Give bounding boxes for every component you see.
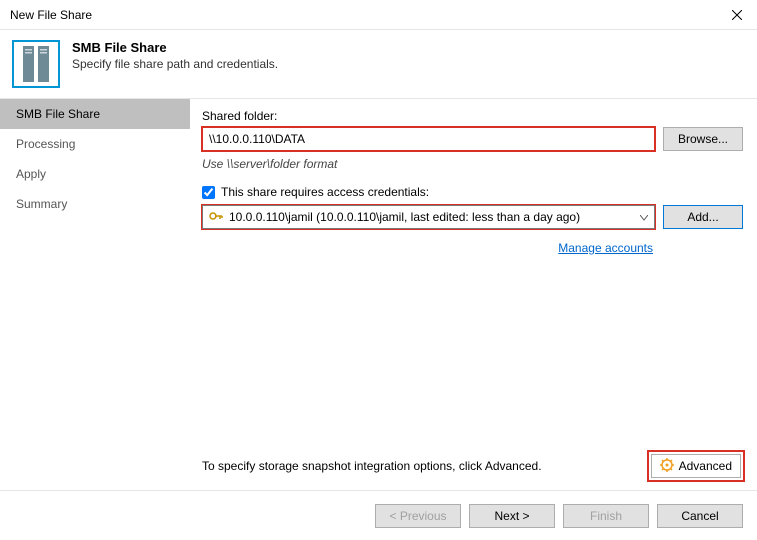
header-icon-frame: [12, 40, 60, 88]
shared-folder-input[interactable]: [202, 127, 655, 151]
credentials-checkbox-row: This share requires access credentials:: [202, 185, 743, 199]
header-subtitle: Specify file share path and credentials.: [72, 57, 278, 71]
manage-accounts-link[interactable]: Manage accounts: [558, 241, 653, 255]
sidebar-item-summary[interactable]: Summary: [0, 189, 190, 219]
sidebar-item-processing[interactable]: Processing: [0, 129, 190, 159]
header-title: SMB File Share: [72, 40, 278, 55]
close-button[interactable]: [717, 0, 757, 30]
window-title: New File Share: [10, 8, 92, 22]
credentials-checkbox[interactable]: [202, 186, 215, 199]
sidebar-item-smb-file-share[interactable]: SMB File Share: [0, 99, 190, 129]
add-credentials-button[interactable]: Add...: [663, 205, 743, 229]
shared-folder-label: Shared folder:: [202, 109, 743, 123]
dialog-window: New File Share SMB File Share Specify fi…: [0, 0, 757, 540]
sidebar: SMB File Share Processing Apply Summary: [0, 99, 190, 490]
advanced-hint: To specify storage snapshot integration …: [202, 459, 542, 473]
header-text: SMB File Share Specify file share path a…: [72, 40, 278, 71]
dialog-body: SMB File Share Processing Apply Summary …: [0, 99, 757, 490]
dialog-footer: < Previous Next > Finish Cancel: [0, 490, 757, 540]
finish-button: Finish: [563, 504, 649, 528]
gear-icon: [660, 458, 674, 475]
credentials-selected-text: 10.0.0.110\jamil (10.0.0.110\jamil, last…: [229, 210, 580, 224]
path-format-hint: Use \\server\folder format: [202, 157, 743, 171]
server-icon: [21, 46, 51, 82]
cancel-button[interactable]: Cancel: [657, 504, 743, 528]
chevron-down-icon: [640, 210, 648, 224]
advanced-button-label: Advanced: [679, 459, 732, 473]
credentials-checkbox-label: This share requires access credentials:: [221, 185, 429, 199]
previous-button: < Previous: [375, 504, 461, 528]
content-pane: Shared folder: Browse... Use \\server\fo…: [190, 99, 757, 490]
next-button[interactable]: Next >: [469, 504, 555, 528]
sidebar-item-apply[interactable]: Apply: [0, 159, 190, 189]
close-icon: [732, 10, 742, 20]
dialog-header: SMB File Share Specify file share path a…: [0, 30, 757, 99]
browse-button[interactable]: Browse...: [663, 127, 743, 151]
credentials-dropdown[interactable]: 10.0.0.110\jamil (10.0.0.110\jamil, last…: [202, 205, 655, 229]
titlebar: New File Share: [0, 0, 757, 30]
advanced-button[interactable]: Advanced: [651, 454, 741, 478]
key-icon: [209, 210, 223, 225]
